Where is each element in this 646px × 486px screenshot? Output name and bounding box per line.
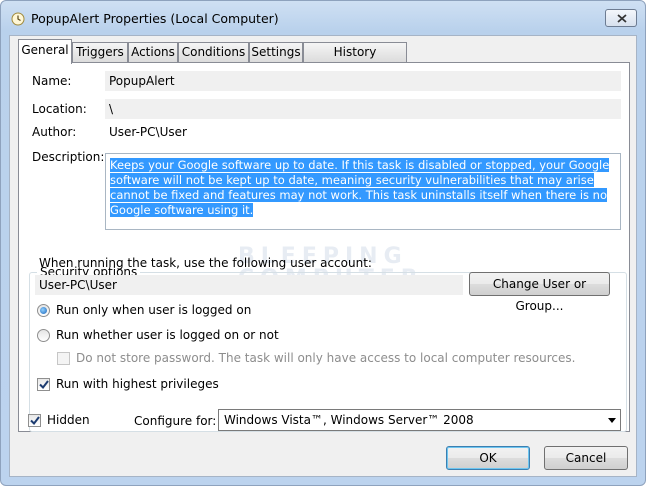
- dropdown-arrow-icon: [608, 418, 616, 423]
- description-text: Keeps your Google software up to date. I…: [110, 158, 618, 218]
- checkmark-icon: [30, 416, 40, 426]
- change-user-button[interactable]: Change User or Group...: [469, 272, 610, 313]
- description-textarea[interactable]: Keeps your Google software up to date. I…: [105, 153, 621, 230]
- radio-logged-on[interactable]: [37, 304, 50, 317]
- description-label: Description:: [32, 150, 105, 164]
- location-label: Location:: [32, 102, 87, 116]
- properties-window: PopupAlert Properties (Local Computer) G…: [0, 0, 646, 486]
- location-field[interactable]: \: [105, 99, 621, 119]
- clock-icon: [11, 12, 25, 26]
- close-icon: [617, 14, 627, 23]
- author-label: Author:: [32, 125, 77, 139]
- hidden-label[interactable]: Hidden: [47, 413, 90, 427]
- general-content: BLEEPING COMPUTER Name: PopupAlert Locat…: [10, 36, 638, 478]
- configure-for-label: Configure for:: [134, 414, 217, 428]
- author-field[interactable]: User-PC\User: [105, 122, 621, 142]
- dialog-client: General Triggers Actions Conditions Sett…: [9, 35, 637, 477]
- highest-privileges-label[interactable]: Run with highest privileges: [56, 377, 219, 391]
- configure-for-value: Windows Vista™, Windows Server™ 2008: [224, 413, 474, 427]
- window-title: PopupAlert Properties (Local Computer): [31, 11, 279, 26]
- hidden-checkbox[interactable]: [28, 414, 41, 427]
- ok-button[interactable]: OK: [446, 446, 530, 470]
- no-store-password-label: Do not store password. The task will onl…: [76, 351, 576, 365]
- cancel-button[interactable]: Cancel: [544, 446, 628, 470]
- title-bar[interactable]: PopupAlert Properties (Local Computer): [1, 1, 645, 35]
- close-button[interactable]: [605, 9, 637, 27]
- radio-whether-logged-on-label[interactable]: Run whether user is logged on or not: [56, 328, 279, 342]
- account-prompt: When running the task, use the following…: [39, 256, 372, 270]
- checkmark-icon: [39, 380, 49, 390]
- radio-logged-on-label[interactable]: Run only when user is logged on: [56, 303, 251, 317]
- name-label: Name:: [32, 74, 72, 88]
- name-field[interactable]: PopupAlert: [105, 71, 621, 91]
- user-account-field[interactable]: User-PC\User: [35, 275, 463, 295]
- no-store-password-checkbox[interactable]: [57, 352, 70, 365]
- configure-for-select[interactable]: Windows Vista™, Windows Server™ 2008: [218, 409, 621, 431]
- highest-privileges-checkbox[interactable]: [37, 378, 50, 391]
- description-selection: Keeps your Google software up to date. I…: [110, 158, 610, 217]
- radio-whether-logged-on[interactable]: [37, 329, 50, 342]
